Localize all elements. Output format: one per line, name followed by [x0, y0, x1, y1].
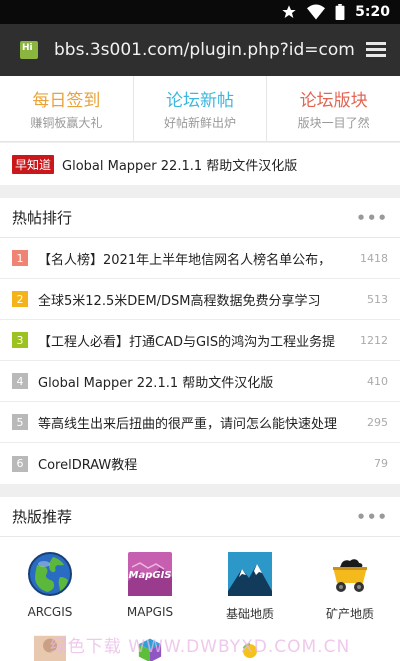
tile-new-posts[interactable]: 论坛新帖 好帖新鲜出炉 [134, 76, 268, 141]
svg-text:MapGIS: MapGIS [129, 570, 172, 581]
watermark: 绿色下载 WWW.DWBYXD.COM.CN [49, 637, 351, 657]
post-title[interactable]: 【工程人必看】打通CAD与GIS的鸿沟为工程业务提 [38, 331, 354, 350]
tile-title: 论坛新帖 [166, 91, 234, 111]
board-label: MAPGIS [126, 605, 174, 619]
rank-badge: 3 [12, 332, 28, 348]
section-title: 热版推荐 [12, 508, 73, 526]
post-title[interactable]: Global Mapper 22.1.1 帮助文件汉化版 [38, 372, 361, 391]
board-basic-geology[interactable]: 基础地质 [200, 551, 300, 633]
reply-count: 1212 [360, 333, 388, 347]
tabs-menu-icon[interactable] [364, 40, 388, 60]
section-header: 热帖排行 ••• [0, 198, 400, 238]
browser-toolbar: bbs.3s001.com/plugin.php?id=comii [0, 24, 400, 76]
more-icon[interactable]: ••• [356, 209, 388, 227]
mine-cart-icon [333, 559, 367, 592]
section-gap [0, 484, 400, 497]
list-item[interactable]: 6 CorelDRAW教程 79 [0, 443, 400, 484]
tile-forum-boards[interactable]: 论坛版块 版块一目了然 [267, 76, 400, 141]
list-item[interactable]: 4 Global Mapper 22.1.1 帮助文件汉化版 410 [0, 361, 400, 402]
board-label: ARCGIS [27, 605, 73, 619]
reply-count: 1418 [360, 251, 388, 265]
rank-badge: 4 [12, 373, 28, 389]
section-header: 热版推荐 ••• [0, 497, 400, 537]
mapgis-icon: MapGIS [128, 552, 172, 596]
status-bar: 5:20 [0, 0, 400, 24]
list-item[interactable]: 2 全球5米12.5米DEM/DSM高程数据免费分享学习 513 [0, 279, 400, 320]
post-title[interactable]: 全球5米12.5米DEM/DSM高程数据免费分享学习 [38, 290, 361, 309]
notice-bar[interactable]: 早知道 Global Mapper 22.1.1 帮助文件汉化版 [0, 143, 400, 185]
rank-badge: 2 [12, 291, 28, 307]
boards-row-partial: 绿色下载 WWW.DWBYXD.COM.CN [0, 633, 400, 661]
list-item[interactable]: 1 【名人榜】2021年上半年地信网名人榜名单公布， 1418 [0, 238, 400, 279]
globe-icon [28, 552, 72, 596]
clock: 5:20 [355, 4, 390, 20]
site-favicon-icon [20, 41, 38, 59]
star-icon [282, 5, 296, 18]
hot-posts-section: 热帖排行 ••• 1 【名人榜】2021年上半年地信网名人榜名单公布， 1418… [0, 198, 400, 484]
reply-count: 410 [367, 374, 388, 388]
board-arcgis[interactable]: ARCGIS [0, 551, 100, 633]
post-title[interactable]: 【名人榜】2021年上半年地信网名人榜名单公布， [38, 249, 354, 268]
tile-subtitle: 版块一目了然 [297, 116, 370, 130]
tile-daily-signin[interactable]: 每日签到 赚铜板赢大礼 [0, 76, 134, 141]
wifi-icon [307, 4, 326, 20]
reply-count: 295 [367, 415, 388, 429]
tile-title: 论坛版块 [299, 91, 368, 111]
list-item[interactable]: 3 【工程人必看】打通CAD与GIS的鸿沟为工程业务提 1212 [0, 320, 400, 361]
notice-text[interactable]: Global Mapper 22.1.1 帮助文件汉化版 [62, 155, 297, 174]
tile-subtitle: 赚铜板赢大礼 [30, 116, 103, 130]
tile-title: 每日签到 [32, 91, 101, 111]
board-mapgis[interactable]: MapGIS MAPGIS [100, 551, 200, 633]
battery-icon [335, 4, 345, 20]
post-title[interactable]: 等高线生出来后扭曲的很严重，请问怎么能快速处理 [38, 413, 361, 432]
rank-badge: 1 [12, 250, 28, 266]
address-bar[interactable]: bbs.3s001.com/plugin.php?id=comii [54, 40, 356, 60]
list-item[interactable]: 5 等高线生出来后扭曲的很严重，请问怎么能快速处理 295 [0, 402, 400, 443]
reply-count: 513 [367, 292, 388, 306]
notice-badge: 早知道 [12, 154, 55, 174]
rank-badge: 5 [12, 414, 28, 430]
board-label: 矿产地质 [325, 607, 374, 621]
tile-subtitle: 好帖新鲜出炉 [164, 116, 237, 130]
section-gap [0, 185, 400, 198]
boards-grid: ARCGIS MapGIS MAPGIS 基础地质 矿产地质 [0, 537, 400, 633]
hot-boards-section: 热版推荐 ••• ARCGIS MapGIS MAPGIS 基础地质 矿产地质 … [0, 497, 400, 661]
board-label: 基础地质 [225, 607, 274, 621]
board-mineral-geology[interactable]: 矿产地质 [300, 551, 400, 633]
quick-links: 每日签到 赚铜板赢大礼 论坛新帖 好帖新鲜出炉 论坛版块 版块一目了然 [0, 76, 400, 142]
rank-badge: 6 [12, 455, 28, 472]
mountain-icon [228, 552, 272, 596]
more-icon[interactable]: ••• [356, 508, 388, 526]
section-title: 热帖排行 [12, 209, 73, 227]
reply-count: 79 [374, 457, 388, 470]
post-title[interactable]: CorelDRAW教程 [38, 454, 368, 473]
